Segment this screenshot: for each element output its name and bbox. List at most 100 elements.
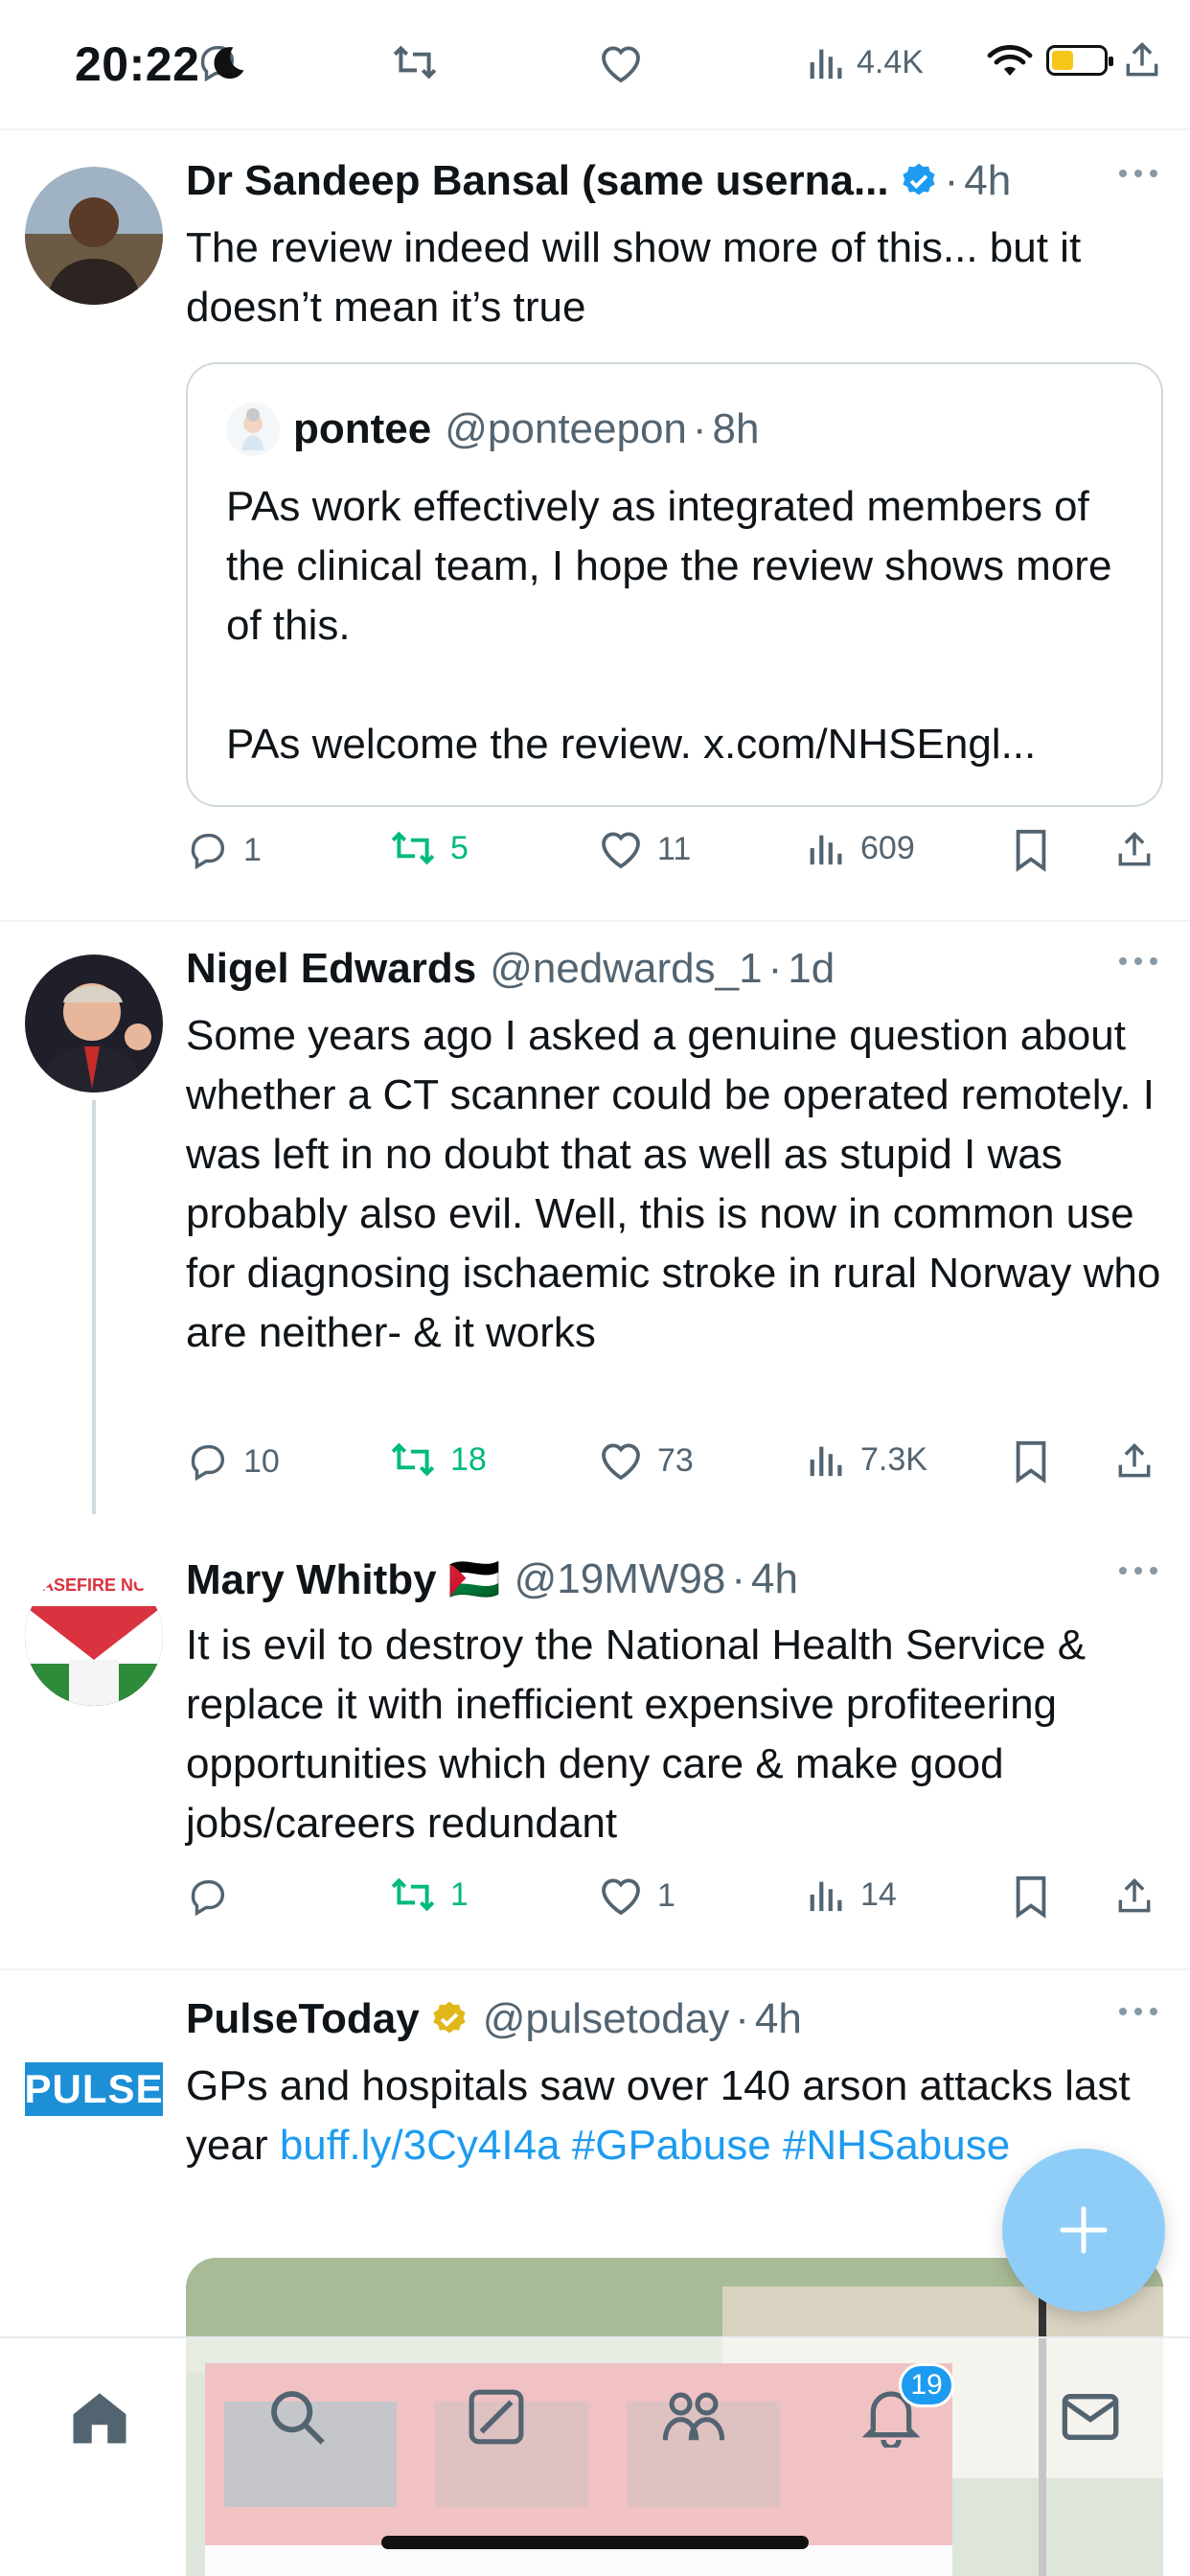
notifications-badge: 19 xyxy=(899,2363,954,2407)
views-count: 609 xyxy=(860,829,915,866)
retweet-button[interactable]: 1 xyxy=(389,1874,469,1915)
tweet-header: Nigel Edwards @nedwards_1 · 1d xyxy=(186,945,835,993)
more-icon[interactable] xyxy=(1115,167,1161,185)
like-count: 73 xyxy=(657,1441,694,1479)
views-button[interactable]: 14 xyxy=(807,1874,897,1915)
grok-icon xyxy=(469,2389,524,2445)
avatar[interactable] xyxy=(25,954,163,1092)
reply-count: 10 xyxy=(243,1442,280,1480)
views-count: 7.3K xyxy=(860,1440,927,1478)
reply-button[interactable]: 1 xyxy=(186,828,262,872)
tab-home[interactable] xyxy=(61,2379,138,2455)
tweet-header: PulseToday @pulsetoday · 4h xyxy=(186,1995,802,2043)
like-button[interactable]: 73 xyxy=(598,1439,694,1482)
tweet-header: Mary Whitby 🇵🇸 @19MW98 · 4h xyxy=(186,1554,798,1604)
moon-icon xyxy=(207,42,249,89)
views-count: 4.4K xyxy=(857,43,924,80)
share-icon xyxy=(1118,1443,1151,1478)
views-icon xyxy=(810,1881,842,1912)
home-indicator xyxy=(381,2536,809,2549)
author-name[interactable]: Mary Whitby 🇵🇸 xyxy=(186,1554,501,1604)
avatar-logo: PULSE xyxy=(25,2062,163,2116)
reply-button[interactable] xyxy=(186,1874,243,1919)
hashtag-link[interactable]: #GPabuse xyxy=(572,2122,771,2169)
author-handle[interactable]: @pulsetoday xyxy=(483,1995,730,2043)
tweet-actions: 1 1 14 xyxy=(186,1874,1171,1932)
quote-text-paragraph-2: PAs welcome the review. x.com/NHSEngl... xyxy=(226,721,1037,768)
tab-grok[interactable] xyxy=(458,2379,535,2455)
bookmark-icon xyxy=(1016,1440,1046,1484)
more-icon[interactable] xyxy=(1115,2005,1161,2023)
tweet-text: The review indeed will show more of this… xyxy=(186,224,1082,331)
heart-icon xyxy=(602,46,640,83)
more-icon[interactable] xyxy=(1115,1564,1161,1582)
share-icon[interactable] xyxy=(1121,38,1163,82)
quote-time: 8h xyxy=(712,405,760,452)
avatar[interactable]: ASEFIRE NO xyxy=(25,1568,163,1706)
reply-button[interactable]: 10 xyxy=(186,1439,280,1484)
tweet-time[interactable]: 4h xyxy=(751,1555,798,1603)
views-count: 14 xyxy=(860,1875,897,1913)
search-icon xyxy=(271,2391,325,2445)
quote-author-name: pontee xyxy=(293,405,432,452)
retweet-icon xyxy=(391,831,435,865)
like-count: 1 xyxy=(657,1876,675,1914)
retweet-icon xyxy=(391,1877,435,1912)
share-button[interactable] xyxy=(1113,1439,1156,1484)
heart-icon xyxy=(602,1443,640,1481)
views-icon xyxy=(810,49,842,80)
avatar[interactable]: PULSE xyxy=(25,2062,163,2120)
author-handle[interactable]: @nedwards_1 xyxy=(490,945,762,993)
share-icon xyxy=(1118,1878,1151,1913)
bookmark-icon xyxy=(1016,829,1046,872)
status-icons xyxy=(987,38,1163,82)
hashtag-link[interactable]: #NHSabuse xyxy=(783,2122,1010,2169)
bookmark-icon xyxy=(1016,1875,1046,1919)
tweet-actions: 10 18 73 7.3K xyxy=(186,1439,1171,1497)
quote-avatar xyxy=(226,402,280,456)
mail-icon xyxy=(1062,2394,1119,2440)
home-icon xyxy=(73,2393,126,2444)
bookmark-button[interactable] xyxy=(1012,1874,1050,1919)
tweet-2[interactable]: Nigel Edwards @nedwards_1 · 1d Some year… xyxy=(0,922,1190,1990)
author-name[interactable]: Nigel Edwards xyxy=(186,945,476,993)
like-button[interactable]: 11 xyxy=(598,828,691,870)
author-name[interactable]: PulseToday xyxy=(186,1995,420,2043)
tweet-time[interactable]: 1d xyxy=(788,945,835,993)
retweet-button[interactable]: 5 xyxy=(389,828,469,868)
author-name[interactable]: Dr Sandeep Bansal (same userna... xyxy=(186,157,889,205)
bookmark-button[interactable] xyxy=(1012,1439,1050,1484)
tab-messages[interactable] xyxy=(1052,2379,1129,2455)
verified-icon xyxy=(903,163,935,196)
quote-header: pontee @ponteepon · 8h xyxy=(226,402,760,456)
tab-search[interactable] xyxy=(259,2379,335,2455)
compose-button[interactable] xyxy=(1002,2149,1165,2312)
like-button[interactable] xyxy=(598,42,644,84)
more-icon[interactable] xyxy=(1115,954,1161,973)
avatar-text: ASEFIRE NO xyxy=(40,1576,147,1595)
reply-icon xyxy=(191,1444,225,1482)
tweet-1[interactable]: Dr Sandeep Bansal (same userna... · 4h T… xyxy=(0,132,1190,922)
like-button[interactable]: 1 xyxy=(598,1874,675,1917)
views-button[interactable]: 609 xyxy=(807,828,915,868)
reply-count: 1 xyxy=(243,831,262,868)
share-button[interactable] xyxy=(1113,1874,1156,1919)
quote-text-paragraph-1: PAs work effectively as integrated membe… xyxy=(226,483,1112,649)
retweet-button[interactable]: 18 xyxy=(389,1439,487,1480)
quoted-tweet[interactable]: pontee @ponteepon · 8h PAs work effectiv… xyxy=(186,362,1163,807)
tweet-text: Some years ago I asked a genuine questio… xyxy=(186,1012,1161,1356)
verified-gold-icon xyxy=(433,2001,466,2034)
bookmark-button[interactable] xyxy=(1012,828,1050,872)
views-button[interactable]: 4.4K xyxy=(807,42,924,82)
retweet-button[interactable] xyxy=(391,42,439,82)
tweet-header: Dr Sandeep Bansal (same userna... · 4h xyxy=(186,157,1012,205)
tab-communities[interactable] xyxy=(655,2379,732,2455)
tweet-time[interactable]: 4h xyxy=(964,157,1011,205)
author-handle[interactable]: @19MW98 xyxy=(515,1555,726,1603)
share-button[interactable] xyxy=(1113,828,1156,872)
retweet-icon xyxy=(393,45,437,80)
views-button[interactable]: 7.3K xyxy=(807,1439,927,1480)
tweet-time[interactable]: 4h xyxy=(755,1995,802,2043)
tweet-link[interactable]: buff.ly/3Cy4I4a xyxy=(280,2122,561,2169)
avatar[interactable] xyxy=(25,167,163,305)
